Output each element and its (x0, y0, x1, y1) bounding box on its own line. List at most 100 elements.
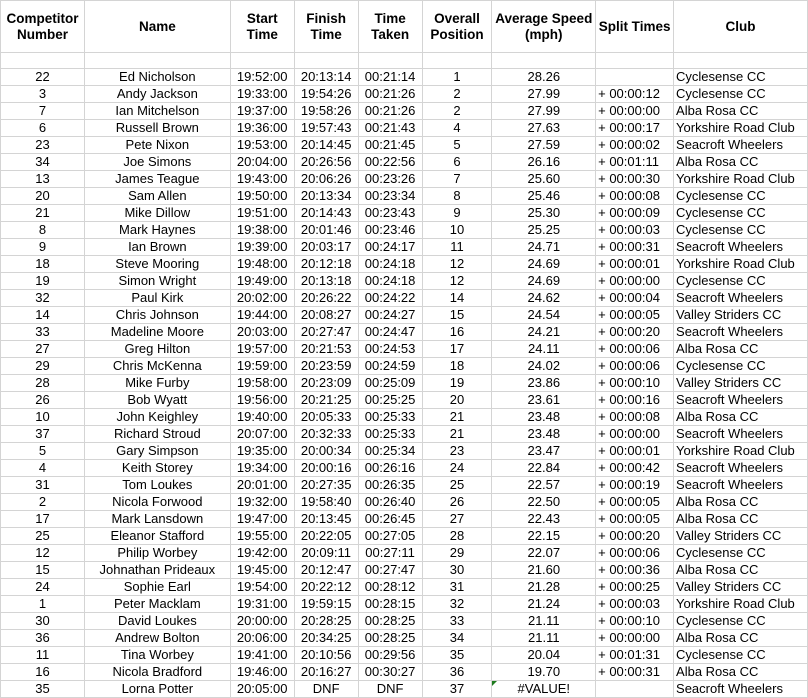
overall-position-cell[interactable]: 11 (421, 238, 493, 256)
split-time-cell[interactable]: + 00:00:05 (595, 493, 675, 511)
competitor-number-cell[interactable]: 15 (0, 561, 85, 579)
overall-position-cell[interactable]: 21 (421, 408, 493, 426)
club-cell[interactable]: Cyclesense CC (673, 187, 808, 205)
name-cell[interactable]: Bob Wyatt (83, 391, 231, 409)
overall-position-cell[interactable]: 37 (421, 680, 493, 698)
start-time-cell[interactable]: 19:56:00 (229, 391, 295, 409)
start-time-cell[interactable]: 19:47:00 (229, 510, 295, 528)
average-speed-cell[interactable]: 26.16 (491, 153, 597, 171)
finish-time-cell[interactable]: DNF (293, 680, 359, 698)
club-cell[interactable]: Seacroft Wheelers (673, 459, 808, 477)
finish-time-cell[interactable]: 20:26:22 (293, 289, 359, 307)
average-speed-cell[interactable]: 27.99 (491, 85, 597, 103)
time-taken-cell[interactable]: 00:24:18 (357, 255, 423, 273)
overall-position-cell[interactable]: 24 (421, 459, 493, 477)
competitor-number-cell[interactable]: 2 (0, 493, 85, 511)
overall-position-cell[interactable]: 21 (421, 425, 493, 443)
average-speed-cell[interactable]: 27.63 (491, 119, 597, 137)
overall-position-cell[interactable]: 31 (421, 578, 493, 596)
start-time-cell[interactable]: 19:59:00 (229, 357, 295, 375)
club-cell[interactable]: Valley Striders CC (673, 374, 808, 392)
overall-position-cell[interactable]: 23 (421, 442, 493, 460)
start-time-cell[interactable]: 20:05:00 (229, 680, 295, 698)
average-speed-cell[interactable]: 24.62 (491, 289, 597, 307)
club-cell[interactable]: Yorkshire Road Club (673, 119, 808, 137)
name-cell[interactable]: Madeline Moore (83, 323, 231, 341)
time-taken-cell[interactable]: 00:26:45 (357, 510, 423, 528)
name-cell[interactable]: Mike Dillow (83, 204, 231, 222)
header-split-times[interactable]: Split Times (595, 0, 675, 53)
name-cell[interactable]: Andrew Bolton (83, 629, 231, 647)
name-cell[interactable]: Chris McKenna (83, 357, 231, 375)
start-time-cell[interactable]: 19:42:00 (229, 544, 295, 562)
name-cell[interactable]: Nicola Forwood (83, 493, 231, 511)
average-speed-cell[interactable]: 22.43 (491, 510, 597, 528)
start-time-cell[interactable]: 19:51:00 (229, 204, 295, 222)
start-time-cell[interactable]: 20:02:00 (229, 289, 295, 307)
average-speed-cell[interactable]: 24.02 (491, 357, 597, 375)
average-speed-cell[interactable]: 25.30 (491, 204, 597, 222)
time-taken-cell[interactable]: 00:23:34 (357, 187, 423, 205)
name-cell[interactable]: Simon Wright (83, 272, 231, 290)
finish-time-cell[interactable]: 20:23:09 (293, 374, 359, 392)
time-taken-cell[interactable]: 00:24:22 (357, 289, 423, 307)
competitor-number-cell[interactable]: 20 (0, 187, 85, 205)
club-cell[interactable]: Alba Rosa CC (673, 408, 808, 426)
competitor-number-cell[interactable]: 37 (0, 425, 85, 443)
club-cell[interactable]: Yorkshire Road Club (673, 442, 808, 460)
name-cell[interactable]: Lorna Potter (83, 680, 231, 698)
average-speed-cell[interactable]: 22.15 (491, 527, 597, 545)
time-taken-cell[interactable]: 00:23:46 (357, 221, 423, 239)
error-indicator-icon[interactable] (492, 681, 498, 686)
finish-time-cell[interactable]: 20:13:18 (293, 272, 359, 290)
split-time-cell[interactable]: + 00:00:08 (595, 408, 675, 426)
overall-position-cell[interactable]: 19 (421, 374, 493, 392)
start-time-cell[interactable]: 19:53:00 (229, 136, 295, 154)
start-time-cell[interactable]: 19:34:00 (229, 459, 295, 477)
club-cell[interactable]: Cyclesense CC (673, 68, 808, 86)
overall-position-cell[interactable]: 36 (421, 663, 493, 681)
finish-time-cell[interactable]: 20:14:43 (293, 204, 359, 222)
empty-cell[interactable] (357, 52, 423, 69)
competitor-number-cell[interactable]: 18 (0, 255, 85, 273)
time-taken-cell[interactable]: 00:24:59 (357, 357, 423, 375)
split-time-cell[interactable]: + 00:00:04 (595, 289, 675, 307)
time-taken-cell[interactable]: 00:25:09 (357, 374, 423, 392)
club-cell[interactable]: Alba Rosa CC (673, 510, 808, 528)
split-time-cell[interactable]: + 00:01:31 (595, 646, 675, 664)
name-cell[interactable]: Greg Hilton (83, 340, 231, 358)
competitor-number-cell[interactable]: 25 (0, 527, 85, 545)
competitor-number-cell[interactable]: 21 (0, 204, 85, 222)
overall-position-cell[interactable]: 26 (421, 493, 493, 511)
start-time-cell[interactable]: 19:35:00 (229, 442, 295, 460)
start-time-cell[interactable]: 20:07:00 (229, 425, 295, 443)
competitor-number-cell[interactable]: 1 (0, 595, 85, 613)
average-speed-cell[interactable]: 25.60 (491, 170, 597, 188)
overall-position-cell[interactable]: 12 (421, 255, 493, 273)
split-time-cell[interactable] (595, 68, 675, 86)
split-time-cell[interactable]: + 00:00:31 (595, 663, 675, 681)
finish-time-cell[interactable]: 20:23:59 (293, 357, 359, 375)
average-speed-cell[interactable]: 22.50 (491, 493, 597, 511)
split-time-cell[interactable]: + 00:00:19 (595, 476, 675, 494)
finish-time-cell[interactable]: 20:03:17 (293, 238, 359, 256)
average-speed-cell[interactable]: 27.99 (491, 102, 597, 120)
club-cell[interactable]: Seacroft Wheelers (673, 323, 808, 341)
name-cell[interactable]: John Keighley (83, 408, 231, 426)
finish-time-cell[interactable]: 20:13:45 (293, 510, 359, 528)
overall-position-cell[interactable]: 34 (421, 629, 493, 647)
time-taken-cell[interactable]: 00:21:26 (357, 85, 423, 103)
time-taken-cell[interactable]: 00:29:56 (357, 646, 423, 664)
split-time-cell[interactable]: + 00:00:20 (595, 323, 675, 341)
club-cell[interactable]: Alba Rosa CC (673, 493, 808, 511)
average-speed-cell[interactable]: 22.84 (491, 459, 597, 477)
time-taken-cell[interactable]: 00:21:45 (357, 136, 423, 154)
overall-position-cell[interactable]: 16 (421, 323, 493, 341)
competitor-number-cell[interactable]: 17 (0, 510, 85, 528)
split-time-cell[interactable]: + 00:00:05 (595, 306, 675, 324)
competitor-number-cell[interactable]: 19 (0, 272, 85, 290)
average-speed-cell[interactable]: 23.48 (491, 425, 597, 443)
overall-position-cell[interactable]: 35 (421, 646, 493, 664)
header-overall-position[interactable]: Overall Position (421, 0, 493, 53)
competitor-number-cell[interactable]: 31 (0, 476, 85, 494)
